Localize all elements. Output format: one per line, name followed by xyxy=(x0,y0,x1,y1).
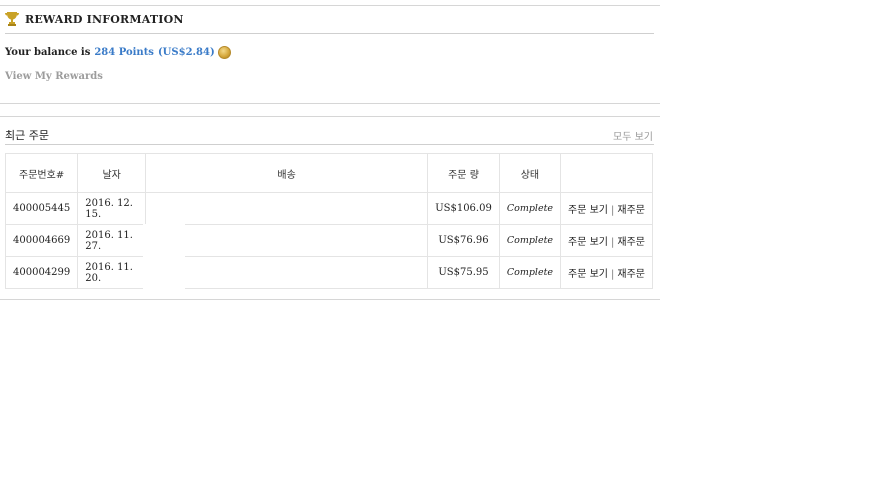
bottom-divider xyxy=(0,299,660,300)
top-divider xyxy=(0,5,660,6)
section-divider xyxy=(0,103,660,104)
balance-line: Your balance is 284 Points (US$2.84) xyxy=(5,46,231,59)
order-shipping xyxy=(145,256,429,289)
reward-underline xyxy=(5,33,654,34)
balance-points: 284 Points xyxy=(94,47,154,58)
order-actions: 주문 보기 | 재주문 xyxy=(560,224,653,257)
order-status: Complete xyxy=(498,192,562,225)
reorder-link[interactable]: 재주문 xyxy=(617,237,645,248)
reward-header: REWARD INFORMATION xyxy=(5,11,184,27)
order-status: Complete xyxy=(498,256,562,289)
order-date: 2016. 11. 27. xyxy=(77,224,147,257)
order-id: 400004299 xyxy=(4,256,79,289)
table-row: 400004299 2016. 11. 20. US$75.95 Complet… xyxy=(4,256,653,289)
order-date: 2016. 11. 20. xyxy=(77,256,147,289)
view-order-link[interactable]: 주문 보기 xyxy=(568,205,608,216)
order-status: Complete xyxy=(498,224,562,257)
order-amount: US$75.95 xyxy=(427,256,500,289)
reorder-link[interactable]: 재주문 xyxy=(617,205,645,216)
table-row: 400005445 2016. 12. 15. US$106.09 Comple… xyxy=(4,192,653,225)
order-shipping xyxy=(145,224,429,257)
col-amount: 주문 량 xyxy=(427,153,500,193)
table-row: 400004669 2016. 11. 27. US$76.96 Complet… xyxy=(4,224,653,257)
view-my-rewards-link[interactable]: View My Rewards xyxy=(5,71,103,82)
orders-table: 주문번호# 날자 배송 주문 량 상태 400005445 2016. 12. … xyxy=(4,153,653,289)
action-separator: | xyxy=(611,237,615,248)
recent-orders-title: 최근 주문 xyxy=(5,129,49,142)
view-all-link[interactable]: 모두 보기 xyxy=(613,128,653,143)
order-actions: 주문 보기 | 재주문 xyxy=(560,256,653,289)
reorder-link[interactable]: 재주문 xyxy=(617,269,645,280)
col-date: 날자 xyxy=(77,153,147,193)
balance-usd: (US$2.84) xyxy=(157,47,215,58)
col-status: 상태 xyxy=(498,153,562,193)
action-separator: | xyxy=(611,269,615,280)
order-date: 2016. 12. 15. xyxy=(77,192,147,225)
view-order-link[interactable]: 주문 보기 xyxy=(568,237,608,248)
section-divider-2 xyxy=(0,116,660,117)
redaction-box xyxy=(143,224,185,300)
order-amount: US$106.09 xyxy=(427,192,500,225)
order-shipping xyxy=(145,192,429,225)
action-separator: | xyxy=(611,205,615,216)
col-actions xyxy=(560,153,653,193)
order-amount: US$76.96 xyxy=(427,224,500,257)
col-shipping: 배송 xyxy=(145,153,429,193)
order-id: 400005445 xyxy=(4,192,79,225)
table-header-row: 주문번호# 날자 배송 주문 량 상태 xyxy=(4,153,653,193)
orders-underline xyxy=(5,144,654,145)
order-id: 400004669 xyxy=(4,224,79,257)
order-actions: 주문 보기 | 재주문 xyxy=(560,192,653,225)
reward-title: REWARD INFORMATION xyxy=(25,12,184,26)
view-order-link[interactable]: 주문 보기 xyxy=(568,269,608,280)
trophy-icon xyxy=(5,12,19,26)
coin-icon xyxy=(217,46,231,59)
col-order-number: 주문번호# xyxy=(4,153,79,193)
balance-prefix: Your balance is xyxy=(5,47,91,58)
